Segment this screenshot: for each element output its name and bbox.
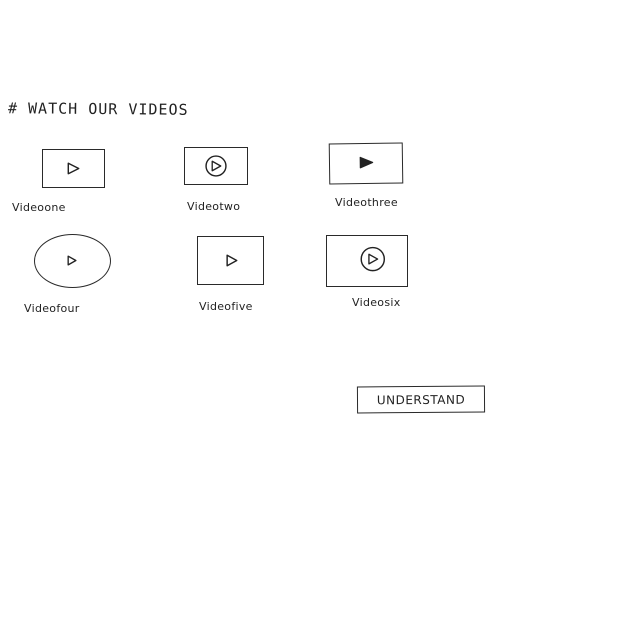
video-label: Videotwo	[187, 200, 241, 213]
play-circle-icon	[205, 155, 227, 177]
play-outline-icon	[67, 162, 80, 175]
video-thumbnail[interactable]	[197, 236, 264, 285]
video-thumbnail[interactable]	[326, 235, 408, 287]
video-thumbnail[interactable]	[34, 234, 111, 288]
video-thumbnail[interactable]	[42, 149, 105, 188]
video-label: Videofour	[24, 302, 80, 315]
video-thumbnail[interactable]	[184, 147, 248, 185]
video-label: Videofive	[199, 300, 253, 313]
understand-button[interactable]: UNDERSTAND	[356, 385, 486, 414]
page-title: # WATCH OUR VIDEOS	[7, 99, 189, 119]
play-filled-icon	[359, 156, 374, 169]
play-outline-icon	[226, 254, 238, 267]
play-outline-icon	[67, 255, 77, 266]
video-label: Videoone	[12, 201, 66, 214]
video-thumbnail[interactable]	[328, 142, 404, 185]
play-circle-icon	[360, 246, 386, 272]
video-label: Videothree	[335, 196, 398, 209]
video-label: Videosix	[352, 296, 401, 309]
